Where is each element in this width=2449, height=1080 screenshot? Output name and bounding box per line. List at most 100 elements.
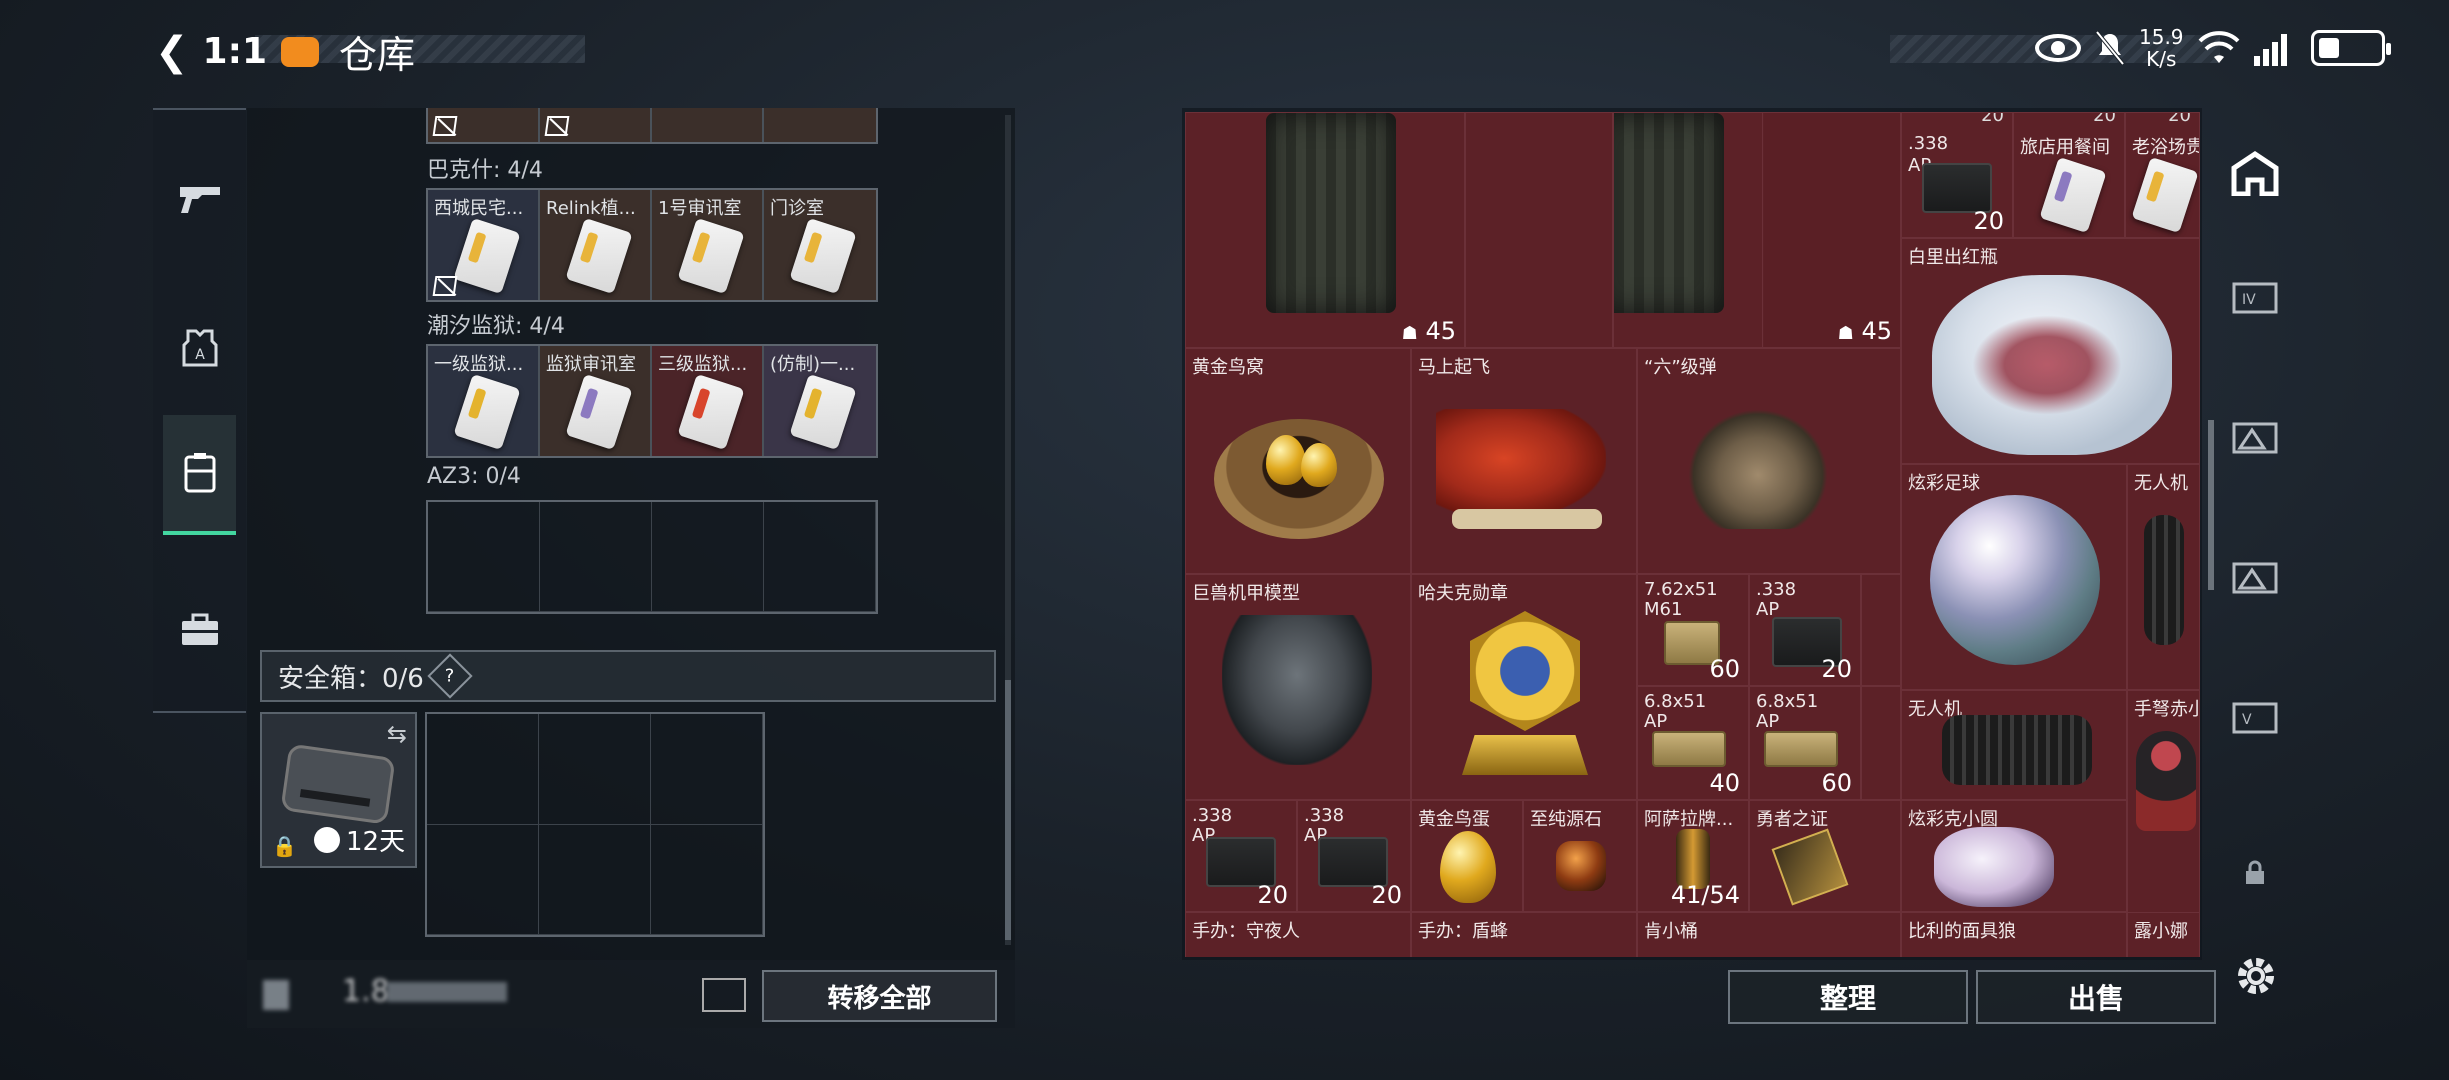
item-name: 阿萨拉牌...	[1644, 809, 1734, 830]
figure-icon	[2136, 731, 2196, 831]
toolbox-icon[interactable]	[163, 570, 236, 690]
armor-icon[interactable]: A	[163, 288, 236, 408]
item-cell[interactable]: .338 AP 20	[1297, 800, 1411, 912]
item-cell[interactable]: 白里出红瓶	[1901, 238, 2200, 464]
item-cell[interactable]: 黄金鸟蛋	[1411, 800, 1523, 912]
key-slot[interactable]: Relink植...	[540, 190, 652, 300]
backpack-icon[interactable]	[163, 415, 236, 535]
item-cell[interactable]: 阿萨拉牌... 41/54	[1637, 800, 1749, 912]
item-cell[interactable]: 黄金鸟窝	[1185, 348, 1411, 574]
svg-text:V: V	[2242, 712, 2252, 728]
key-slot[interactable]: 门诊室	[764, 190, 876, 300]
svg-text:IV: IV	[2242, 292, 2256, 308]
item-cell[interactable]: 炫彩足球	[1901, 464, 2127, 690]
item-count: 20	[2168, 112, 2191, 126]
key-slot[interactable]: 监狱审讯室	[540, 346, 652, 456]
backpack-scroll-thumb[interactable]	[1005, 680, 1011, 940]
empty-slot[interactable]	[539, 714, 651, 825]
capsule-icon	[1676, 829, 1710, 889]
key-row-top-partial	[426, 108, 878, 144]
empty-slot[interactable]	[427, 824, 539, 935]
header-left: ❮ 1:1 仓库	[155, 24, 415, 79]
item-cell[interactable]: 勇者之证	[1749, 800, 1901, 912]
gamepad-icon	[281, 36, 320, 67]
box-III-icon[interactable]	[2230, 413, 2280, 463]
item-cell[interactable]: 老浴场贵... 20	[2125, 112, 2200, 238]
empty-slot[interactable]	[652, 502, 764, 612]
filter-icon[interactable]	[702, 978, 746, 1012]
box-V-icon[interactable]: V	[2230, 693, 2280, 743]
item-cell[interactable]: 7.62x51 M61 60	[1637, 574, 1749, 686]
back-arrow-icon[interactable]: ❮	[155, 29, 189, 75]
ammo-case-icon	[1206, 837, 1276, 887]
key-name: 1号审讯室	[658, 198, 742, 219]
hand-sculpture-icon	[1688, 409, 1828, 529]
item-cell[interactable]: ☗ 45	[1185, 112, 1465, 348]
swap-icon[interactable]: ⇆	[387, 720, 407, 748]
clock: 1:1	[202, 31, 268, 72]
transfer-all-button[interactable]: 转移全部	[762, 970, 997, 1022]
grid-fill	[1861, 574, 1901, 686]
item-cell[interactable]: 手弩赤小枭	[2127, 690, 2200, 916]
warehouse-scrollbar[interactable]	[2208, 420, 2214, 590]
item-cell[interactable]: 旅店用餐间 20	[2013, 112, 2125, 238]
key-slot[interactable]: 1号审讯室	[652, 190, 764, 300]
item-name: 巨兽机甲模型	[1192, 583, 1300, 604]
item-cell[interactable]: 至纯源石	[1523, 800, 1637, 912]
box-IV-icon[interactable]: IV	[2230, 273, 2280, 323]
safe-case-slot[interactable]: ⇆ 🔒 12天	[260, 712, 417, 868]
item-name: 旅店用餐间	[2020, 137, 2110, 158]
help-icon[interactable]: ?	[427, 653, 473, 699]
item-cell[interactable]: .338 AP 20	[1185, 800, 1297, 912]
key-slot[interactable]: (仿制)一...	[764, 346, 876, 456]
lock-icon[interactable]	[2230, 848, 2280, 898]
item-name: 肯小桶	[1644, 921, 1698, 942]
empty-slot[interactable]	[651, 824, 763, 935]
capacity-text: 1.8	[342, 974, 390, 1009]
item-cell[interactable]: 无人机	[2127, 464, 2200, 690]
item-cell[interactable]: 巨兽机甲模型	[1185, 574, 1411, 800]
empty-slot[interactable]	[651, 714, 763, 825]
key-name: 一级监狱...	[434, 354, 524, 375]
item-cell[interactable]: 手办：盾蜂	[1411, 912, 1637, 957]
mech-model-icon	[1222, 615, 1372, 765]
key-slot[interactable]: 三级监狱...	[652, 346, 764, 456]
box-II-icon[interactable]	[2230, 553, 2280, 603]
item-cell[interactable]: “六”级弹	[1637, 348, 1901, 574]
item-cell[interactable]: 肯小桶	[1637, 912, 1901, 957]
sort-button[interactable]: 整理	[1728, 970, 1968, 1024]
key-slot[interactable]: 西城民宅...	[428, 190, 540, 300]
battery-icon	[2310, 30, 2391, 66]
item-cell[interactable]: 露小娜	[2127, 912, 2200, 957]
home-icon[interactable]	[2230, 148, 2280, 198]
key-slot[interactable]: 一级监狱...	[428, 346, 540, 456]
item-cell[interactable]: 6.8x51 AP 40	[1637, 686, 1749, 800]
item-cell[interactable]: .338 AP 20 20	[1901, 112, 2013, 238]
empty-slot[interactable]	[427, 714, 539, 825]
settings-gear-icon[interactable]	[2232, 952, 2280, 1000]
item-cell[interactable]: 无人机	[1901, 690, 2127, 800]
item-cell[interactable]: 6.8x51 AP 60	[1749, 686, 1861, 800]
wifi-icon	[2198, 31, 2239, 63]
item-cell[interactable]: 马上起飞	[1411, 348, 1637, 574]
sell-button[interactable]: 出售	[1976, 970, 2216, 1024]
item-cell[interactable]: 炫彩克小圆	[1901, 800, 2127, 912]
item-count: 60	[1821, 769, 1852, 797]
item-cell[interactable]: 手办：守夜人	[1185, 912, 1411, 957]
item-count: 40	[1709, 769, 1740, 797]
item-cell[interactable]: ☗ 45	[1613, 112, 1901, 348]
item-name: 至纯源石	[1530, 809, 1602, 830]
page-title: 仓库	[339, 33, 416, 77]
pistol-icon[interactable]	[163, 138, 236, 258]
item-cell[interactable]: 比利的面具狼	[1901, 912, 2127, 957]
item-cell[interactable]: 哈夫克勋章	[1411, 574, 1637, 800]
empty-slot[interactable]	[539, 824, 651, 935]
empty-slot[interactable]	[428, 502, 540, 612]
empty-slot[interactable]	[764, 502, 876, 612]
item-count: 20	[1973, 207, 2004, 235]
skull-icon	[1934, 827, 2054, 907]
item-count: ☗ 45	[1838, 317, 1892, 345]
item-name: 手办：盾蜂	[1418, 921, 1508, 942]
empty-slot[interactable]	[540, 502, 652, 612]
item-cell[interactable]: .338 AP 20	[1749, 574, 1861, 686]
